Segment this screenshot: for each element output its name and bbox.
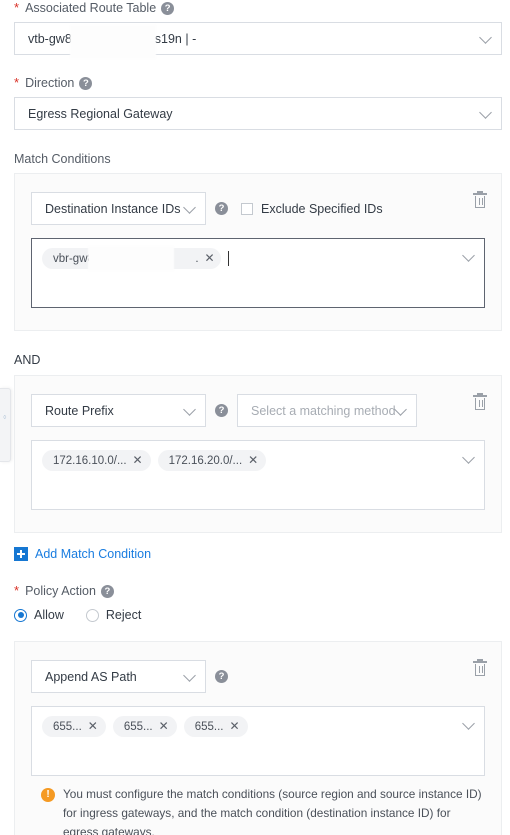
direction-label: * Direction ? [14,75,510,91]
associated-route-table-value: vtb-gw8 [28,31,72,46]
tag-chip: 655... ✕ [112,716,177,737]
chevron-down-icon [462,249,475,262]
trash-icon[interactable] [473,393,487,410]
radio-indicator [85,608,99,622]
question-circle-icon[interactable]: ? [79,76,93,90]
condition-joiner-and: AND [14,353,41,367]
tag-text-suffix: . [195,252,199,265]
form-warning-message: ! You must configure the match condition… [41,785,485,835]
radio-label: Allow [34,608,64,622]
chevron-down-icon [183,200,196,214]
radio-indicator [14,608,27,622]
label-text: Associated Route Table [25,1,157,15]
required-asterisk: * [14,75,20,90]
matching-method-select[interactable]: Select a matching method [237,394,417,427]
tag-text: 655... [53,720,82,733]
as-path-tagbox[interactable]: 655... ✕ 655... ✕ 655... ✕ [31,706,485,776]
warning-text: You must configure the match conditions … [63,787,482,835]
question-circle-icon[interactable]: ? [215,670,228,683]
chevron-down-icon [462,451,475,464]
tag-text: vbr-gw82 [53,252,101,265]
chevron-down-icon [183,402,196,416]
chevron-down-icon [394,402,407,416]
collapse-panel-icon[interactable]: ‹› [0,388,11,462]
policy-action-radio-reject[interactable]: Reject [85,608,142,622]
question-circle-icon[interactable]: ? [215,404,228,417]
direction-value: Egress Regional Gateway [28,106,173,121]
condition-value-tagbox-2[interactable]: 172.16.10.0/... ✕ 172.16.20.0/... ✕ [31,440,485,510]
condition-type-select-1[interactable]: Destination Instance IDs [31,192,206,225]
tag-text: 172.16.20.0/... [168,454,243,467]
add-match-condition-label: Add Match Condition [35,547,152,561]
action-type-value: Append AS Path [45,669,137,684]
checkbox-label: Exclude Specified IDs [261,201,383,216]
close-icon[interactable]: ✕ [159,720,169,732]
close-icon[interactable]: ✕ [205,252,215,264]
policy-action-radio-allow[interactable]: Allow [14,608,64,622]
tag-chip: 172.16.10.0/... ✕ [42,450,151,471]
tag-text: 655... [194,720,224,733]
trash-icon[interactable] [473,191,487,208]
close-icon[interactable]: ✕ [88,720,98,732]
associated-route-table-select[interactable]: vtb-gw8 s19n | - [14,22,502,55]
required-asterisk: * [14,583,20,598]
condition-controls-row: Destination Instance IDs ? Exclude Speci… [31,192,485,225]
condition-type-select-2[interactable]: Route Prefix [31,394,206,427]
warning-circle-icon: ! [41,788,55,802]
question-circle-icon[interactable]: ? [215,202,228,215]
condition-value-tagbox-1[interactable]: vbr-gw82 . ✕ [31,238,485,308]
match-condition-card-1: Destination Instance IDs ? Exclude Speci… [14,173,502,331]
side-handle-label: ‹› [1,415,7,419]
tag-chip: 655... ✕ [42,716,106,737]
radio-label: Reject [105,608,142,622]
tag-text: 655... [123,720,153,733]
chevron-down-icon [462,717,475,730]
exclude-specified-ids-checkbox[interactable]: Exclude Specified IDs [241,202,383,216]
tag-chip: vbr-gw82 . ✕ [42,246,221,271]
text-cursor [227,251,229,266]
close-icon[interactable]: ✕ [248,454,258,466]
associated-route-table-value-suffix: s19n | - [154,31,197,46]
policy-action-radio-group: Allow Reject [14,608,510,622]
plus-square-icon [14,547,28,561]
action-type-select[interactable]: Append AS Path [31,660,206,693]
chevron-down-icon [479,105,492,119]
tag-chip: 172.16.20.0/... ✕ [157,450,267,471]
label-text: Direction [25,76,75,90]
question-circle-icon[interactable]: ? [161,1,175,15]
close-icon[interactable]: ✕ [133,454,143,466]
trash-icon[interactable] [473,659,487,676]
tag-chip: 655... ✕ [183,716,248,737]
condition-type-value: Destination Instance IDs [45,201,181,216]
associated-route-table-label: * Associated Route Table ? [14,0,510,16]
policy-action-label: * Policy Action ? [14,583,510,599]
match-condition-card-2: Route Prefix ? Select a matching method … [14,375,502,533]
label-text: Policy Action [25,584,96,598]
add-match-condition-button[interactable]: Add Match Condition [14,547,151,561]
direction-select[interactable]: Egress Regional Gateway [14,97,502,130]
chevron-down-icon [479,30,492,44]
chevron-down-icon [183,668,196,682]
route-map-policy-form: * Associated Route Table ? vtb-gw8 s19n |… [0,0,510,835]
checkbox-box [241,202,253,215]
close-icon[interactable]: ✕ [229,720,239,732]
policy-action-card: Append AS Path ? 655... ✕ 655... ✕ 655..… [14,641,502,835]
tag-text: 172.16.10.0/... [53,454,127,467]
match-conditions-section-label: Match Conditions [14,152,111,166]
action-controls-row: Append AS Path ? [31,660,485,693]
condition-controls-row: Route Prefix ? Select a matching method [31,394,485,427]
matching-method-placeholder: Select a matching method [251,403,396,418]
required-asterisk: * [14,0,20,15]
redaction-overlay [88,246,174,271]
question-circle-icon[interactable]: ? [100,584,114,598]
condition-type-value: Route Prefix [45,403,114,418]
